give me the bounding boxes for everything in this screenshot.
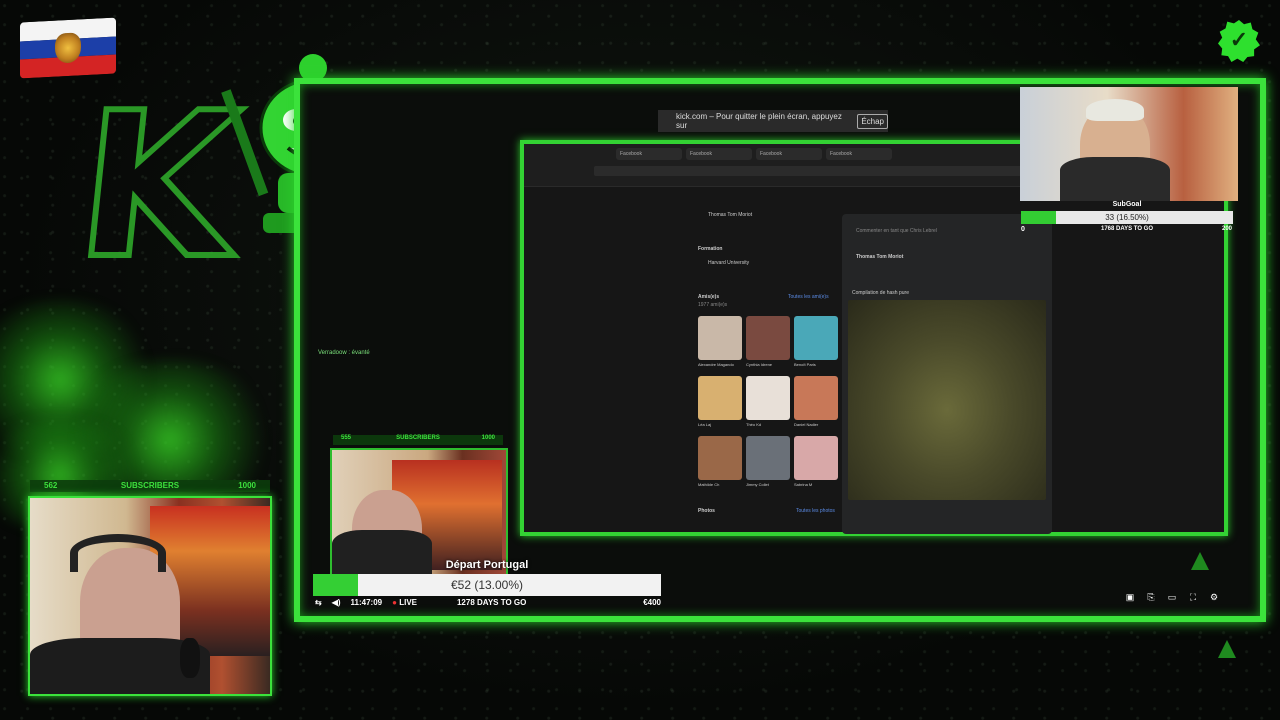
subscribers-label: SUBSCRIBERS (120, 481, 180, 490)
subgoal-progress-bar: 33 (16.50%) (1021, 211, 1233, 224)
post-caption: Compilation de hash pure (852, 290, 909, 296)
friend-name[interactable]: Daniel Nadier (794, 422, 818, 427)
live-indicator: ● LIVE (392, 597, 417, 607)
friend-photo[interactable] (698, 316, 742, 360)
friend-photo[interactable] (746, 376, 790, 420)
donation-goal-text: €52 (13.00%) (450, 578, 524, 592)
live-label: LIVE (399, 597, 417, 607)
see-all-friends-link[interactable]: Toutes les ami(e)s (788, 294, 829, 300)
browser-tab[interactable]: Facebook (826, 148, 892, 160)
volume-icon[interactable]: ◀) (332, 598, 341, 607)
profile-left-column: Thomas Tom Moriot Formation Harvard Univ… (692, 202, 842, 542)
friend-photo[interactable] (698, 436, 742, 480)
donation-goal-title: Départ Portugal (445, 559, 529, 571)
friend-name[interactable]: Mathilde Ch (698, 482, 719, 487)
friend-photo[interactable] (698, 376, 742, 420)
friends-count: 1977 ami(e)s (698, 302, 728, 308)
subscribers-strip-inner: 555 SUBSCRIBERS 1000 (333, 435, 503, 445)
profile-name[interactable]: Thomas Tom Moriot (708, 212, 752, 218)
friend-photo[interactable] (746, 436, 790, 480)
goal-target: €400 (643, 597, 661, 607)
subgoal-days: 1768 DAYS TO GO (1100, 226, 1154, 232)
friend-name[interactable]: Alexandre Magando (698, 362, 734, 367)
check-icon: ✓ (1229, 27, 1249, 52)
clip-icon[interactable]: ⎘ (1146, 592, 1156, 602)
comment-box[interactable]: Commenter en tant que Chris Lebrel (856, 228, 1036, 234)
education-item[interactable]: Harvard University (708, 260, 749, 266)
player-control-bar: ⇆ ◀) 11:47:09 ● LIVE 1278 DAYS TO GO €40… (313, 596, 661, 608)
subscribers-label: SUBSCRIBERS (396, 435, 440, 441)
player-controls: ▣ ⎘ ▭ ⛶ ⚙ (1125, 592, 1219, 602)
subscribers-target: 1000 (481, 435, 495, 441)
browser-tab[interactable]: Facebook (756, 148, 822, 160)
friend-name[interactable]: Léa Laj (698, 422, 711, 427)
webcam-main (28, 496, 272, 696)
friend-name[interactable]: Benoît Paris (794, 362, 816, 367)
fullscreen-toast-text: kick.com – Pour quitter le plein écran, … (676, 112, 842, 130)
friend-name[interactable]: Sabrina M (794, 482, 812, 487)
fullscreen-toast: kick.com – Pour quitter le plein écran, … (658, 110, 888, 132)
photos-heading: Photos (698, 508, 715, 514)
chat-overlay: Verradoow : évanté (318, 348, 370, 358)
browser-tab[interactable]: Facebook (686, 148, 752, 160)
settings-gear-icon[interactable]: ⚙ (1209, 592, 1219, 602)
webcam-top-right (1020, 87, 1238, 201)
friends-heading: Amis(e)s (698, 294, 720, 300)
facebook-post: Commenter en tant que Chris Lebrel Thoma… (842, 214, 1052, 534)
diamond-icon (1191, 552, 1209, 570)
escape-key-hint: Échap (857, 113, 888, 129)
friend-photo[interactable] (794, 436, 838, 480)
subgoal-label: SubGoal (1112, 201, 1142, 208)
friend-name[interactable]: Jimmy Collet (746, 482, 769, 487)
education-heading: Formation (698, 246, 723, 252)
browser-tab[interactable]: Facebook (616, 148, 682, 160)
theater-mode-icon[interactable]: ▭ (1167, 592, 1177, 602)
pip-icon[interactable]: ▣ (1125, 592, 1135, 602)
subgoal-progress-text: 33 (16.50%) (1105, 213, 1149, 222)
all-photos-link[interactable]: Toutes les photos (796, 508, 835, 514)
post-author[interactable]: Thomas Tom Moriot (856, 254, 903, 260)
fullscreen-exit-icon[interactable]: ⇆ (315, 598, 322, 607)
friend-photo[interactable] (794, 376, 838, 420)
stream-time: 11:47:09 (350, 597, 383, 607)
donation-goal-bar: €52 (13.00%) (313, 574, 661, 596)
friend-photo[interactable] (794, 316, 838, 360)
goal-days-text: 1278 DAYS TO GO (456, 597, 527, 607)
diamond-icon (1218, 640, 1236, 658)
friend-name[interactable]: Théo Kd (746, 422, 761, 427)
chat-line: Verradoow : évanté (318, 350, 370, 356)
subscribers-strip-main: 562 SUBSCRIBERS 1000 (30, 480, 270, 492)
post-video[interactable] (848, 300, 1046, 500)
friend-photo[interactable] (746, 316, 790, 360)
fullscreen-icon[interactable]: ⛶ (1188, 592, 1198, 602)
subscribers-target: 1000 (238, 481, 256, 490)
friend-name[interactable]: Cynthia Idrene (746, 362, 772, 367)
subgoal-max: 200 (1222, 226, 1233, 232)
